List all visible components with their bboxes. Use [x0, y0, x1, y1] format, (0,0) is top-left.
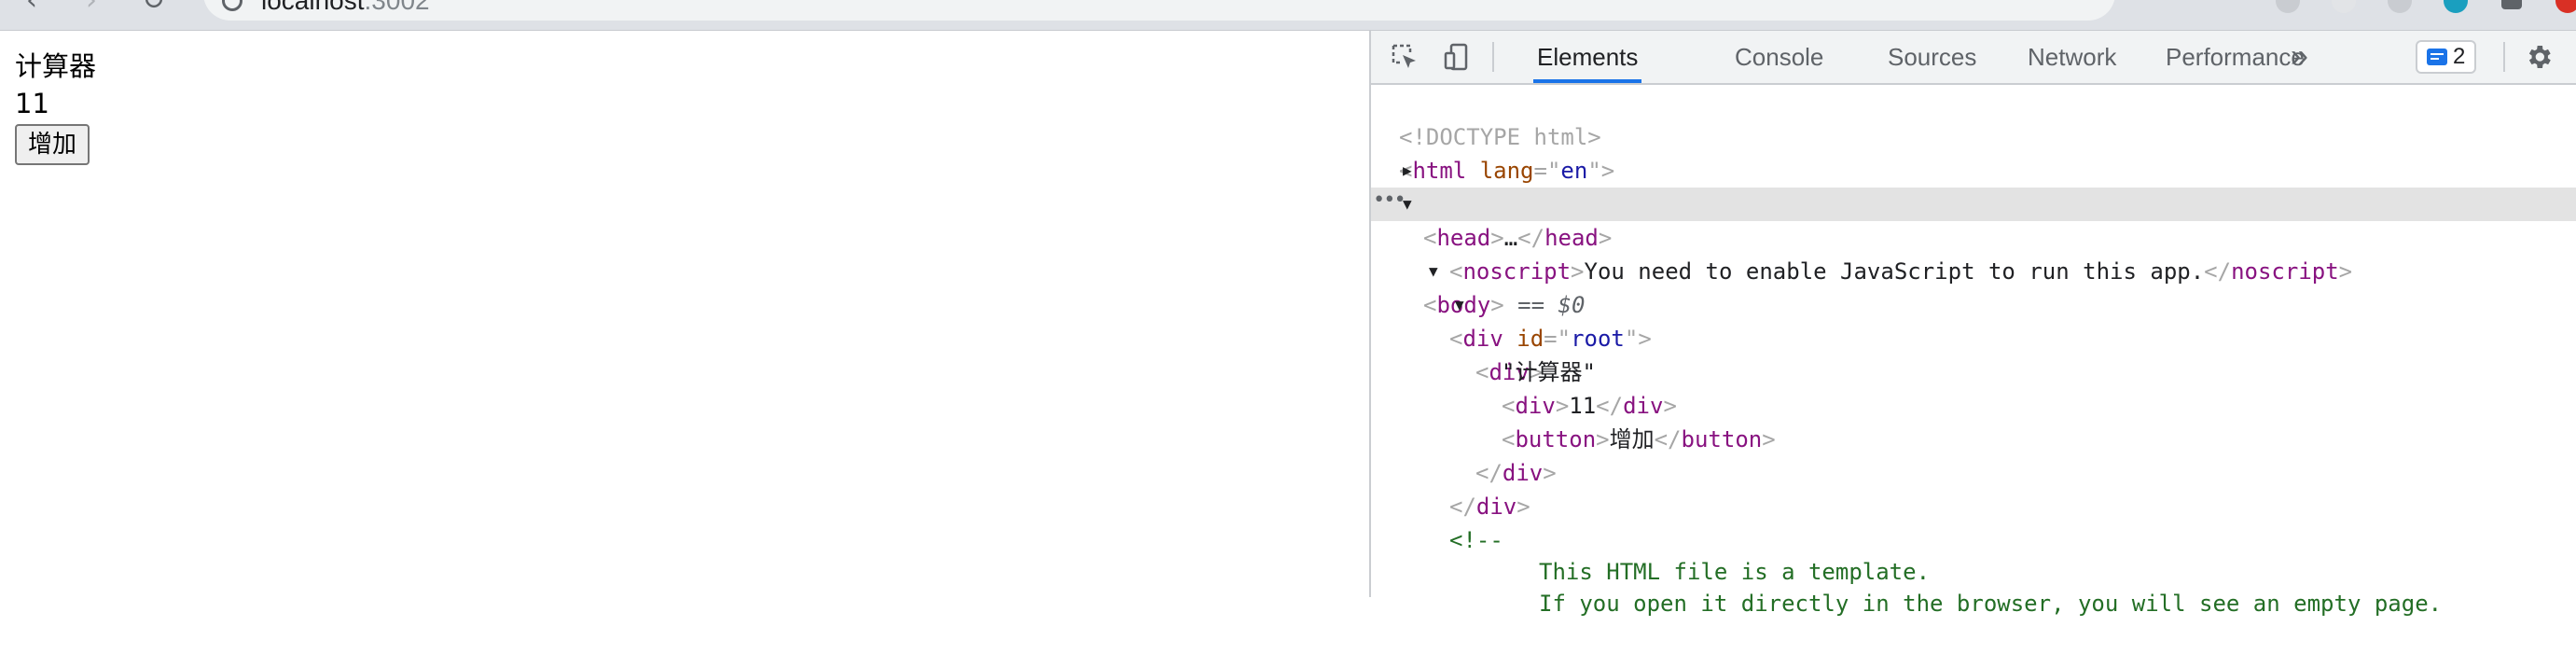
tree-node-button[interactable]: <button>增加</button>: [1371, 389, 2576, 452]
site-info-icon[interactable]: [222, 0, 242, 11]
profile-avatar-icon[interactable]: [2555, 0, 2576, 13]
extension-icon[interactable]: [2332, 0, 2356, 13]
tab-elements[interactable]: Elements: [1533, 31, 1642, 83]
collapse-triangle-icon[interactable]: ▼: [1455, 288, 1464, 322]
tree-node-head[interactable]: ▶ <head>…</head>: [1371, 154, 2576, 251]
increment-button[interactable]: 增加: [15, 124, 90, 165]
expand-triangle-icon[interactable]: ▶: [1403, 154, 1412, 188]
puzzle-icon[interactable]: [2501, 0, 2522, 9]
devtools-toolbar: Elements Console Sources Network Perform…: [1371, 31, 2576, 85]
tree-node-comment-line: This HTML file is a template.: [1371, 522, 2576, 585]
tree-node-app-div-close[interactable]: </div>: [1371, 423, 2576, 486]
tree-node-comment-line: If you open it directly in the browser, …: [1371, 553, 2576, 617]
extension-icon[interactable]: [2276, 0, 2300, 13]
browser-toolbar: ‹ › ↻ localhost:3002: [0, 0, 2576, 31]
extension-icon[interactable]: [2444, 0, 2468, 13]
more-options-icon[interactable]: •••: [1373, 184, 1406, 217]
tree-node-noscript[interactable]: <noscript>You need to enable JavaScript …: [1371, 221, 2576, 285]
tab-console[interactable]: Console: [1731, 31, 1827, 83]
tree-node-count-div[interactable]: <div>11</div>: [1371, 355, 2576, 419]
issues-counter-button[interactable]: 2: [2416, 40, 2477, 74]
toolbar-divider: [1492, 42, 1494, 72]
tab-network[interactable]: Network: [2024, 31, 2120, 83]
gear-icon[interactable]: [2524, 42, 2554, 77]
tree-node-root-div[interactable]: ▼ <div id="root">: [1371, 255, 2576, 352]
tree-node-comment[interactable]: <!--: [1371, 490, 2576, 553]
address-url: localhost:3002: [261, 0, 430, 15]
message-icon: [2427, 49, 2447, 65]
counter-value: 11: [15, 88, 49, 119]
back-arrow-icon[interactable]: ‹: [26, 0, 37, 15]
tree-node-root-div-close[interactable]: </div>: [1371, 456, 2576, 520]
toolbar-divider: [2503, 42, 2505, 72]
device-toggle-icon[interactable]: [1442, 42, 1472, 77]
tree-node-title-text[interactable]: "计算器": [1371, 322, 2576, 385]
tab-performance[interactable]: Performance: [2162, 31, 2308, 83]
tree-node-body[interactable]: ••• ▼ <body> == $0: [1371, 188, 2576, 318]
comment-text-line: If you open it directly in the browser, …: [1539, 591, 2443, 617]
issues-count: 2: [2453, 44, 2466, 69]
devtools-panel: Elements Console Sources Network Perform…: [1369, 31, 2576, 617]
forward-arrow-icon[interactable]: ›: [86, 0, 97, 15]
calculator-app: 计算器 11 增加: [15, 48, 96, 165]
collapse-triangle-icon[interactable]: ▼: [1403, 188, 1412, 221]
more-tabs-button[interactable]: »: [2291, 31, 2308, 83]
reload-icon[interactable]: ↻: [142, 0, 165, 15]
page-viewport: 计算器 11 增加: [0, 31, 1369, 597]
address-bar[interactable]: localhost:3002: [203, 0, 2115, 21]
inspect-element-icon[interactable]: [1390, 42, 1420, 77]
page-title: 计算器: [15, 50, 97, 82]
tab-sources[interactable]: Sources: [1884, 31, 1980, 83]
tree-node-doctype[interactable]: <!DOCTYPE html>: [1371, 87, 2576, 150]
tree-node-html[interactable]: <html lang="en">: [1371, 120, 2576, 184]
collapse-triangle-icon[interactable]: ▼: [1429, 255, 1438, 288]
extension-icon[interactable]: [2388, 0, 2412, 13]
tree-node-app-div[interactable]: ▼ <div>: [1371, 288, 2576, 385]
